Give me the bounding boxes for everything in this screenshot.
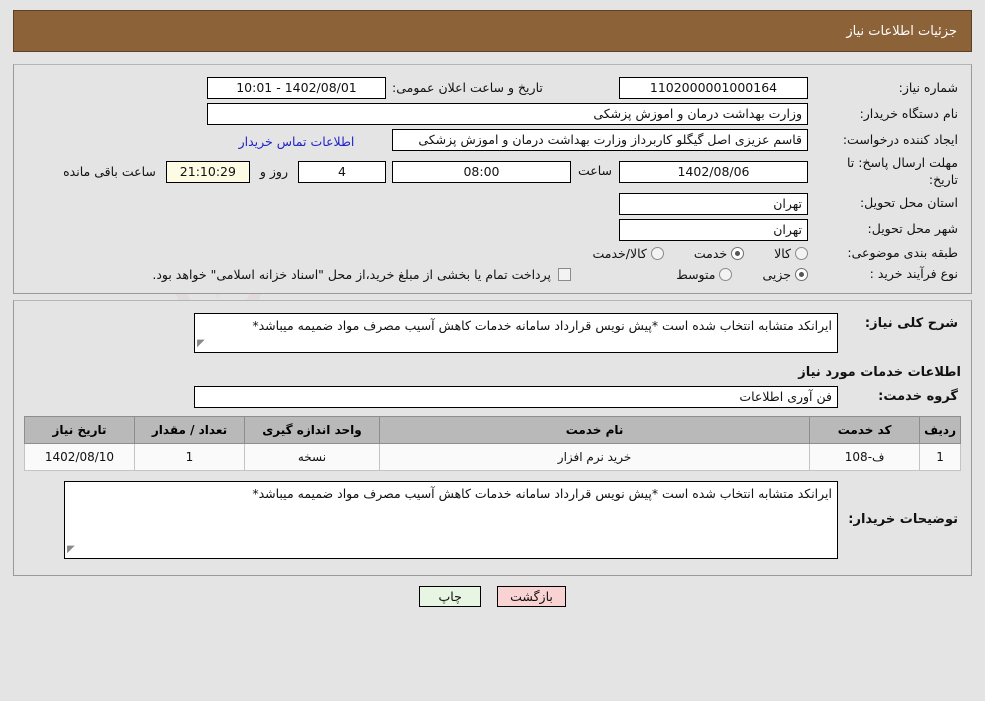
general-desc-textarea[interactable]: ایرانکد متشابه انتخاب شده است *پیش نویس … <box>194 312 838 353</box>
process-option-jozei[interactable]: جزیی <box>762 267 808 282</box>
items-header-row: ردیف کد خدمت نام خدمت واحد اندازه گیری ت… <box>24 415 961 444</box>
radio-icon[interactable] <box>719 267 733 281</box>
items-table-body: 1 ف-108 خرید نرم افزار نسخه 1 1402/08/10 <box>24 442 961 471</box>
buyer-org-value: وزارت بهداشت درمان و اموزش پزشکی <box>207 103 808 125</box>
buyer-remarks-textarea[interactable]: ایرانکد متشابه انتخاب شده است *پیش نویس … <box>64 480 838 559</box>
row-creator: ایجاد کننده درخواست: قاسم عزیزی اصل گیگل… <box>24 127 961 153</box>
deadline-hour-label: ساعت <box>577 163 612 179</box>
row-province: استان محل تحویل: تهران <box>24 191 961 217</box>
cell-need-date: 1402/08/10 <box>24 442 135 471</box>
print-button[interactable]: چاپ <box>419 585 482 607</box>
process-option-label: جزیی <box>762 266 791 282</box>
province-label: استان محل تحویل: <box>859 195 958 211</box>
col-need-date: تاریخ نیاز <box>24 415 135 444</box>
classification-option-label: کالا <box>774 245 791 261</box>
deadline-hour-value: 08:00 <box>392 160 571 183</box>
radio-icon[interactable] <box>795 267 808 281</box>
creator-value: قاسم عزیزی اصل گیگلو کاربرداز وزارت بهدا… <box>392 129 808 151</box>
process-option-motavaset[interactable]: متوسط <box>676 266 733 282</box>
service-group-label: گروه خدمت: <box>878 388 958 404</box>
row-service-group: گروه خدمت: فن آوری اطلاعات <box>24 384 961 410</box>
creator-label: ایجاد کننده درخواست: <box>842 131 958 147</box>
row-deadline: مهلت ارسال پاسخ: تا تاریخ: 1402/08/06 سا… <box>24 153 961 191</box>
classification-option-kala-khedmat[interactable]: کالا/خدمت <box>592 245 664 261</box>
services-section-title: اطلاعات خدمات مورد نیاز <box>798 364 961 380</box>
need-number-label: شماره نیاز: <box>898 79 958 95</box>
city-label: شهر محل تحویل: <box>867 221 958 237</box>
classification-option-khedmat[interactable]: خدمت <box>693 245 745 261</box>
need-details-panel: شرح کلی نیاز: ایرانکد متشابه انتخاب شده … <box>13 299 972 576</box>
resize-grip-icon[interactable]: ◥ <box>67 542 75 557</box>
treasury-checkbox[interactable] <box>558 267 571 281</box>
treasury-note-group: پرداخت تمام یا بخشی از مبلغ خرید،از محل … <box>27 267 571 282</box>
table-row: 1 ف-108 خرید نرم افزار نسخه 1 1402/08/10 <box>24 442 961 471</box>
radio-icon[interactable] <box>731 246 745 260</box>
remaining-time-value: 21:10:29 <box>165 160 250 183</box>
classification-radio-group: کالا خدمت کالا/خدمت <box>27 246 808 261</box>
page-title: جزئیات اطلاعات نیاز <box>846 23 957 39</box>
row-classification: طبقه بندی موضوعی: کالا خدمت کالا/خدمت <box>24 243 961 264</box>
cell-service-name: خرید نرم افزار <box>378 442 811 471</box>
remaining-time-group: 4 روز و 21:10:29 ساعت باقی مانده <box>27 160 386 183</box>
process-type-label: نوع فرآیند خرید : <box>869 265 958 281</box>
city-value: تهران <box>619 218 808 241</box>
need-info-panel: شماره نیاز: 1102000001000164 تاریخ و ساع… <box>13 64 972 294</box>
remaining-days-label: روز و <box>259 164 288 180</box>
col-unit: واحد اندازه گیری <box>244 415 380 444</box>
process-radio-group: جزیی متوسط <box>577 267 808 282</box>
row-general-desc: شرح کلی نیاز: ایرانکد متشابه انتخاب شده … <box>24 311 961 355</box>
need-number-value: 1102000001000164 <box>619 77 808 99</box>
process-option-label: متوسط <box>676 266 716 282</box>
classification-option-label: خدمت <box>693 245 728 261</box>
row-city: شهر محل تحویل: تهران <box>24 217 961 243</box>
announce-datetime-label: تاریخ و ساعت اعلان عمومی: <box>392 79 543 95</box>
col-quantity: تعداد / مقدار <box>134 415 245 444</box>
row-need-number: شماره نیاز: 1102000001000164 تاریخ و ساع… <box>24 75 961 101</box>
back-button[interactable]: بازگشت <box>497 585 566 607</box>
row-buyer-remarks: توضیحات خریدار: ایرانکد متشابه انتخاب شد… <box>24 479 961 561</box>
remaining-time-label: ساعت باقی مانده <box>63 164 156 180</box>
items-table-head: ردیف کد خدمت نام خدمت واحد اندازه گیری ت… <box>24 415 961 444</box>
classification-option-kala[interactable]: کالا <box>774 246 808 261</box>
service-group-table: گروه خدمت: فن آوری اطلاعات <box>24 384 961 410</box>
general-desc-value: ایرانکد متشابه انتخاب شده است *پیش نویس … <box>252 317 832 333</box>
page-root: جزئیات اطلاعات نیاز شماره نیاز: 11020000… <box>0 10 985 607</box>
radio-icon[interactable] <box>650 246 664 260</box>
buyer-contact-link[interactable]: اطلاعات تماس خریدار <box>239 134 355 149</box>
general-desc-label: شرح کلی نیاز: <box>864 315 958 331</box>
announce-datetime-value: 1402/08/01 - 10:01 <box>207 77 386 99</box>
classification-option-label: کالا/خدمت <box>592 245 647 261</box>
row-buyer-org: نام دستگاه خریدار: وزارت بهداشت درمان و … <box>24 101 961 127</box>
cell-quantity: 1 <box>134 442 245 471</box>
footer-buttons: بازگشت چاپ <box>0 585 985 607</box>
province-value: تهران <box>619 192 808 215</box>
items-table: ردیف کد خدمت نام خدمت واحد اندازه گیری ت… <box>24 415 961 471</box>
col-service-code: کد خدمت <box>809 415 921 444</box>
deadline-label: مهلت ارسال پاسخ: تا تاریخ: <box>847 155 958 187</box>
cell-row-no: 1 <box>919 442 961 471</box>
treasury-note-text: پرداخت تمام یا بخشی از مبلغ خرید،از محل … <box>152 266 551 282</box>
buyer-remarks-label: توضیحات خریدار: <box>848 511 958 527</box>
need-info-table: شماره نیاز: 1102000001000164 تاریخ و ساع… <box>24 75 961 285</box>
service-group-value: فن آوری اطلاعات <box>194 385 838 408</box>
general-desc-table: شرح کلی نیاز: ایرانکد متشابه انتخاب شده … <box>24 311 961 355</box>
cell-service-code: ف-108 <box>809 442 921 471</box>
col-service-name: نام خدمت <box>378 415 811 444</box>
buyer-remarks-value: ایرانکد متشابه انتخاب شده است *پیش نویس … <box>252 485 832 501</box>
classification-label: طبقه بندی موضوعی: <box>847 244 958 260</box>
cell-unit: نسخه <box>244 442 380 471</box>
col-row-no: ردیف <box>919 415 961 444</box>
buyer-org-label: نام دستگاه خریدار: <box>859 105 958 121</box>
remaining-days-value: 4 <box>298 160 386 183</box>
resize-grip-icon[interactable]: ◥ <box>197 336 205 351</box>
radio-icon[interactable] <box>795 246 808 260</box>
row-process-type: نوع فرآیند خرید : جزیی متوسط پرداخت تمام… <box>24 264 961 285</box>
buyer-remarks-table: توضیحات خریدار: ایرانکد متشابه انتخاب شد… <box>24 479 961 561</box>
deadline-date-value: 1402/08/06 <box>619 160 808 183</box>
page-header-bar: جزئیات اطلاعات نیاز <box>13 10 972 52</box>
